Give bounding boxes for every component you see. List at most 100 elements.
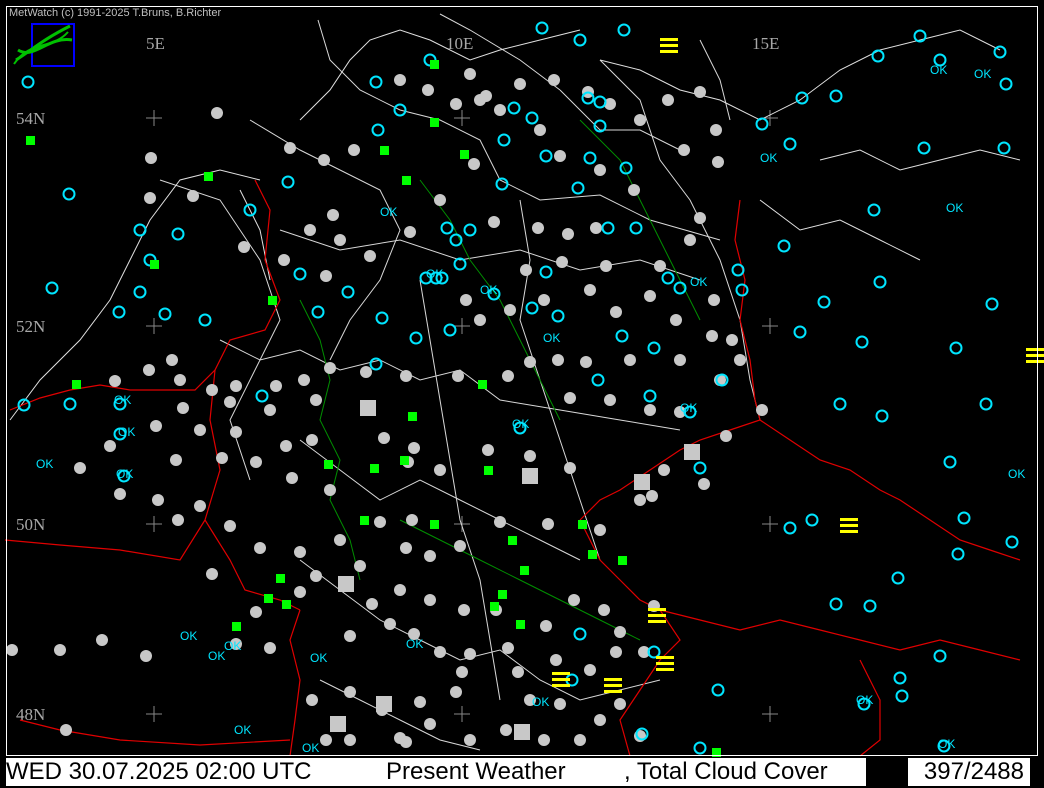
rain-icon-15 [498,590,507,599]
station-overcast-62 [406,514,418,526]
station-overcast-113 [294,586,306,598]
station-overcast-47 [424,550,436,562]
station-overcast-56 [646,490,658,502]
station-overcast-118 [474,314,486,326]
rain-icon-18 [282,600,291,609]
rain-icon-11 [578,520,587,529]
station-overcast-44 [334,534,346,546]
rain-icon-8 [370,464,379,473]
station-overcast-2 [144,192,156,204]
station-overcast-128 [624,354,636,366]
fog-icon-3-1 [656,662,674,665]
station-overcast-177 [304,224,316,236]
station-overcast-7 [166,354,178,366]
station-overcast-164 [474,94,486,106]
rain-icon-7 [324,460,333,469]
station-overcast-89 [614,698,626,710]
fog-icon-0-0 [660,38,678,41]
station-square-3 [684,444,700,460]
station-overcast-101 [538,734,550,746]
station-overcast-19 [177,402,189,414]
station-overcast-157 [548,74,560,86]
fog-icon-6-1 [1026,354,1044,357]
rain-icon-30 [712,748,721,757]
station-overcast-132 [502,370,514,382]
station-overcast-59 [524,450,536,462]
station-square-7 [514,724,530,740]
station-overcast-88 [594,714,606,726]
station-overcast-142 [562,228,574,240]
station-square-2 [634,474,650,490]
station-overcast-11 [206,384,218,396]
ok-marker-21: OK [1008,467,1025,481]
station-overcast-41 [224,520,236,532]
ok-marker-1: OK [114,393,131,407]
lat-label-54n: 54N [16,109,45,128]
lon-label-15e: 15E [752,34,779,53]
station-overcast-146 [556,256,568,268]
station-overcast-134 [604,394,616,406]
rain-icon-1 [402,176,411,185]
station-overcast-24 [408,442,420,454]
rain-icon-17 [264,594,273,603]
ok-marker-4: OK [180,629,197,643]
station-overcast-61 [434,464,446,476]
station-overcast-52 [634,494,646,506]
fog-icon-2-1 [648,614,666,617]
station-overcast-78 [464,648,476,660]
station-overcast-176 [334,234,346,246]
station-overcast-71 [598,604,610,616]
ok-marker-11: OK [532,695,549,709]
station-overcast-162 [394,74,406,86]
station-overcast-16 [360,366,372,378]
station-overcast-46 [400,542,412,554]
ok-marker-8: OK [234,723,251,737]
station-overcast-38 [152,494,164,506]
station-overcast-5 [320,270,332,282]
station-overcast-55 [720,430,732,442]
lat-label-48n: 48N [16,705,45,724]
station-overcast-58 [564,462,576,474]
status-count: 397/2488 [908,758,1030,786]
station-overcast-139 [756,404,768,416]
rain-icon-9 [400,456,409,465]
station-overcast-35 [324,484,336,496]
station-overcast-143 [532,222,544,234]
rain-icon-20 [618,556,627,565]
copyright-text: MetWatch (c) 1991-2025 T.Bruns, B.Richte… [9,7,222,19]
station-overcast-81 [584,664,596,676]
ok-marker-16: OK [512,417,529,431]
station-overcast-166 [534,124,546,136]
station-overcast-39 [194,500,206,512]
lon-label-5e: 5E [146,34,165,53]
station-overcast-36 [74,462,86,474]
rain-icon-4 [380,146,389,155]
station-overcast-48 [454,540,466,552]
station-overcast-79 [502,642,514,654]
station-overcast-120 [538,294,550,306]
status-overlay: , Total Cloud Cover [624,758,828,785]
ok-marker-12: OK [480,283,497,297]
station-overcast-122 [610,306,622,318]
weather-map[interactable]: 5E 10E 15E 54N 52N 50N 48N OKOKOKOKOKOKO… [0,0,1044,788]
station-overcast-178 [278,254,290,266]
station-overcast-42 [254,542,266,554]
ok-marker-25: OK [426,267,443,281]
ok-marker-14: OK [543,331,560,345]
station-overcast-70 [568,594,580,606]
station-overcast-150 [694,212,706,224]
rain-icon-16 [276,574,285,583]
station-overcast-160 [450,98,462,110]
station-overcast-53 [658,464,670,476]
fog-icon-2-2 [648,620,666,623]
ok-marker-15: OK [680,401,697,415]
fog-icon-5-1 [552,678,570,681]
rain-icon-24 [516,620,525,629]
station-overcast-140 [726,334,738,346]
station-overcast-171 [710,124,722,136]
rain-icon-5 [204,172,213,181]
station-overcast-82 [610,646,622,658]
station-overcast-22 [310,394,322,406]
station-overcast-145 [520,264,532,276]
station-overcast-152 [694,86,706,98]
